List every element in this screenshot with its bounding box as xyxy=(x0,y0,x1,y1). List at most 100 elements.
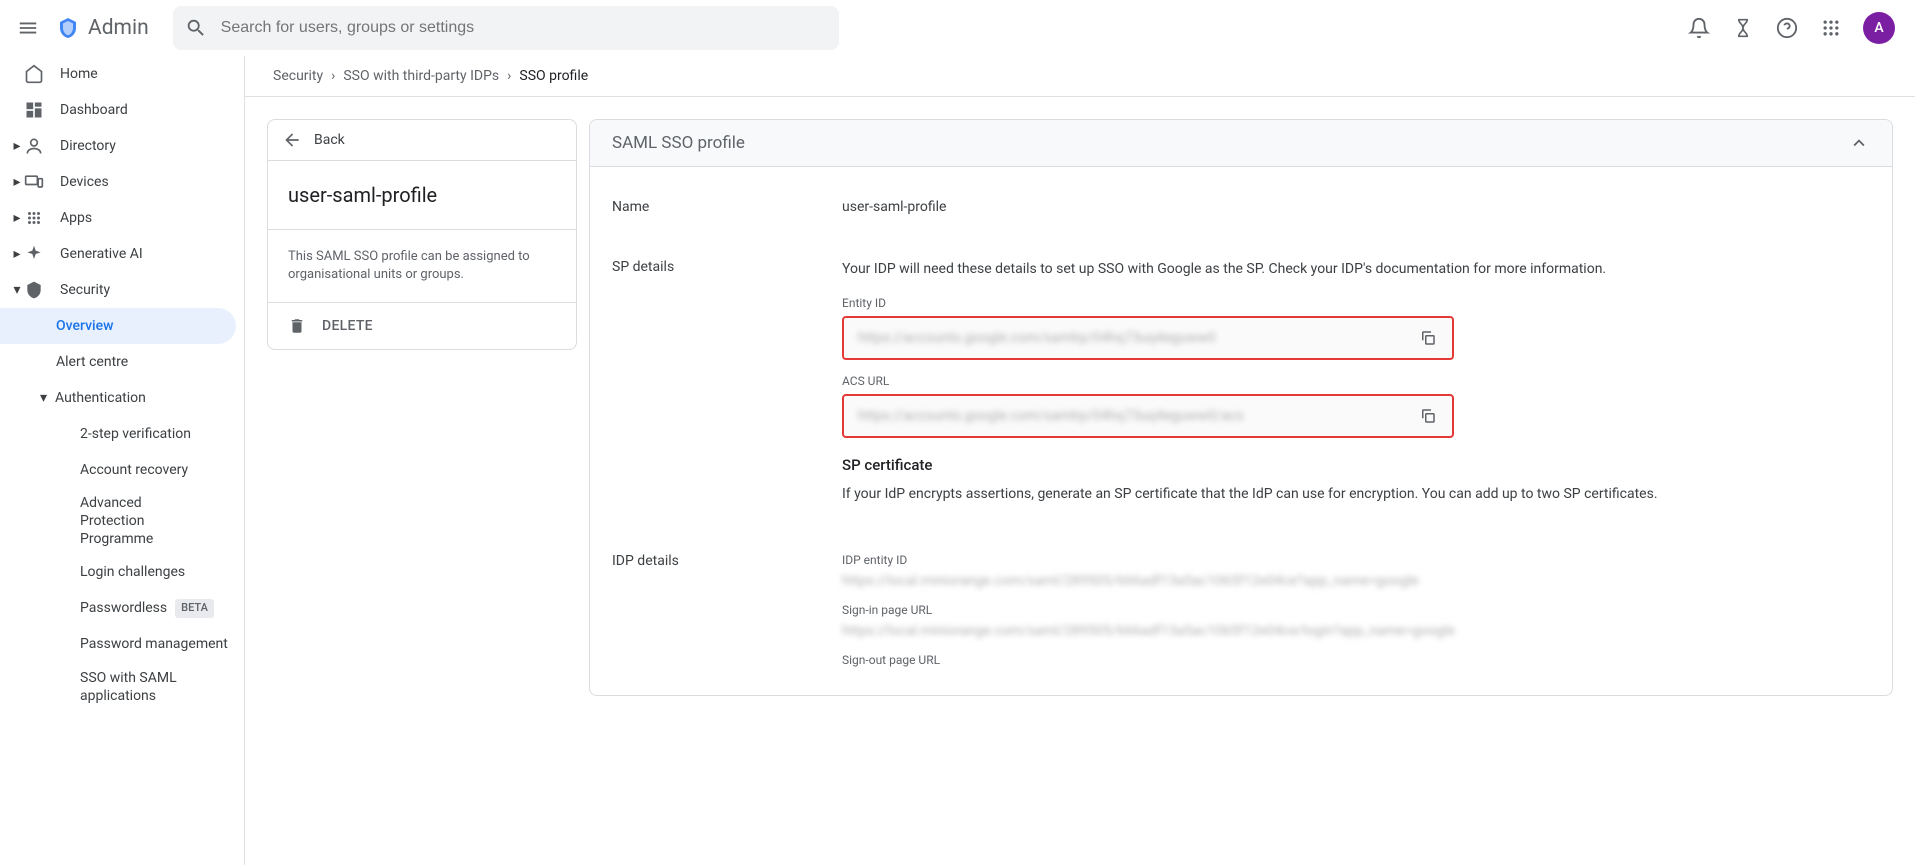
sidebar-item-login-challenges[interactable]: Login challenges xyxy=(0,555,236,591)
breadcrumb: Security › SSO with third-party IDPs › S… xyxy=(245,56,1915,97)
logo[interactable]: Admin xyxy=(56,16,149,40)
avatar: A xyxy=(1863,12,1895,44)
acs-url-label: ACS URL xyxy=(842,374,1870,388)
home-icon xyxy=(24,64,44,84)
chevron-up-icon[interactable] xyxy=(1848,132,1870,154)
back-button[interactable]: Back xyxy=(268,120,576,161)
sp-cert-heading: SP certificate xyxy=(842,456,1870,474)
chevron-right-icon: ▸ xyxy=(10,246,24,262)
acs-url-field: https://accounts.google.com/samlrp/04hq7… xyxy=(842,394,1454,438)
chevron-right-icon: ▸ xyxy=(10,210,24,226)
signin-url-value: https://local.miniorange.com/saml/289505… xyxy=(842,623,1870,639)
sidebar-label: SSO with SAML applications xyxy=(80,669,200,705)
sidebar-item-generative-ai[interactable]: ▸ Generative AI xyxy=(0,236,236,272)
profile-name: user-saml-profile xyxy=(268,161,576,230)
delete-button[interactable]: DELETE xyxy=(268,303,576,349)
entity-id-field: https://accounts.google.com/samlrp/04hq7… xyxy=(842,316,1454,360)
chevron-right-icon: › xyxy=(331,68,335,84)
shield-icon xyxy=(24,280,44,300)
beta-badge: BETA xyxy=(175,599,214,617)
sidebar-label: Login challenges xyxy=(80,563,185,581)
sidebar-label: Overview xyxy=(56,318,113,334)
name-row: Name user-saml-profile xyxy=(612,189,1870,249)
sidebar-label: Advanced Protection Programme xyxy=(80,494,200,549)
sidebar-item-2step[interactable]: 2-step verification xyxy=(0,416,236,452)
sidebar-label: Passwordless xyxy=(80,599,167,617)
copy-icon xyxy=(1419,407,1437,425)
content-area: Security › SSO with third-party IDPs › S… xyxy=(244,56,1915,865)
sidebar-item-passwordless[interactable]: Passwordless BETA xyxy=(0,591,236,627)
hourglass-icon xyxy=(1733,18,1753,38)
sidebar-item-account-recovery[interactable]: Account recovery xyxy=(0,452,236,488)
account-button[interactable]: A xyxy=(1859,8,1899,48)
help-button[interactable] xyxy=(1767,8,1807,48)
sidebar-label: Generative AI xyxy=(60,246,143,262)
sp-details-label: SP details xyxy=(612,259,842,505)
bell-icon xyxy=(1688,17,1710,39)
card-title: SAML SSO profile xyxy=(612,133,745,153)
sidebar-item-alert-centre[interactable]: Alert centre xyxy=(0,344,236,380)
sidebar-item-overview[interactable]: Overview xyxy=(0,308,236,344)
sp-details-row: SP details Your IDP will need these deta… xyxy=(612,249,1870,525)
search-bar[interactable] xyxy=(173,6,839,50)
sidebar-item-password-management[interactable]: Password management xyxy=(0,627,236,663)
sidebar-label: Apps xyxy=(60,210,92,226)
sidebar: Home Dashboard ▸ Directory ▸ Devices ▸ A… xyxy=(0,56,244,865)
chevron-right-icon: › xyxy=(507,68,511,84)
idp-details-label: IDP details xyxy=(612,553,842,673)
breadcrumb-security[interactable]: Security xyxy=(273,68,323,84)
search-input[interactable] xyxy=(219,18,827,38)
sidebar-item-advanced-protection[interactable]: Advanced Protection Programme xyxy=(0,488,200,555)
sidebar-item-devices[interactable]: ▸ Devices xyxy=(0,164,236,200)
chevron-right-icon: ▸ xyxy=(10,174,24,190)
sidebar-item-home[interactable]: Home xyxy=(0,56,236,92)
dashboard-icon xyxy=(24,100,44,120)
sidebar-label: Account recovery xyxy=(80,461,188,479)
apps-button[interactable] xyxy=(1811,8,1851,48)
sidebar-item-sso-saml-apps[interactable]: SSO with SAML applications xyxy=(0,663,200,711)
copy-entity-id-button[interactable] xyxy=(1410,320,1446,356)
person-icon xyxy=(24,136,44,156)
breadcrumb-sso-third-party[interactable]: SSO with third-party IDPs xyxy=(343,68,499,84)
menu-icon xyxy=(17,17,39,39)
tasks-button[interactable] xyxy=(1723,8,1763,48)
copy-acs-url-button[interactable] xyxy=(1410,398,1446,434)
entity-id-label: Entity ID xyxy=(842,296,1870,310)
product-name: Admin xyxy=(88,16,149,40)
signin-url-label: Sign-in page URL xyxy=(842,603,1870,617)
sidebar-label: Dashboard xyxy=(60,102,128,118)
arrow-left-icon xyxy=(282,130,302,150)
header-actions: A xyxy=(1679,8,1899,48)
name-label: Name xyxy=(612,199,842,215)
idp-entity-label: IDP entity ID xyxy=(842,553,1870,567)
breadcrumb-current: SSO profile xyxy=(519,68,588,84)
sidebar-item-directory[interactable]: ▸ Directory xyxy=(0,128,236,164)
sp-cert-description: If your IdP encrypts assertions, generat… xyxy=(842,484,1870,505)
sidebar-item-dashboard[interactable]: Dashboard xyxy=(0,92,236,128)
sidebar-label: Devices xyxy=(60,174,109,190)
notifications-button[interactable] xyxy=(1679,8,1719,48)
sidebar-label: Security xyxy=(60,282,110,298)
saml-profile-card: SAML SSO profile Name user-saml-profile … xyxy=(589,119,1893,696)
card-header[interactable]: SAML SSO profile xyxy=(590,120,1892,167)
apps-grid-icon xyxy=(1821,18,1841,38)
sidebar-label: Alert centre xyxy=(56,354,128,370)
signout-url-label: Sign-out page URL xyxy=(842,653,1870,667)
idp-entity-value: https://local.miniorange.com/saml/289505… xyxy=(842,573,1870,589)
entity-id-value: https://accounts.google.com/samlrp/04hq7… xyxy=(858,330,1410,346)
name-value: user-saml-profile xyxy=(842,199,1870,215)
sidebar-item-apps[interactable]: ▸ Apps xyxy=(0,200,236,236)
delete-label: DELETE xyxy=(322,318,373,334)
header: Admin A xyxy=(0,0,1915,56)
sidebar-item-security[interactable]: ▾ Security xyxy=(0,272,236,308)
profile-side-card: Back user-saml-profile This SAML SSO pro… xyxy=(267,119,577,350)
sidebar-label: Directory xyxy=(60,138,116,154)
sidebar-item-authentication[interactable]: ▾ Authentication xyxy=(0,380,236,416)
help-icon xyxy=(1776,17,1798,39)
search-icon xyxy=(185,17,207,39)
devices-icon xyxy=(24,172,44,192)
back-label: Back xyxy=(314,132,345,148)
menu-button[interactable] xyxy=(8,8,48,48)
chevron-right-icon: ▸ xyxy=(10,138,24,154)
chevron-down-icon: ▾ xyxy=(10,282,24,298)
